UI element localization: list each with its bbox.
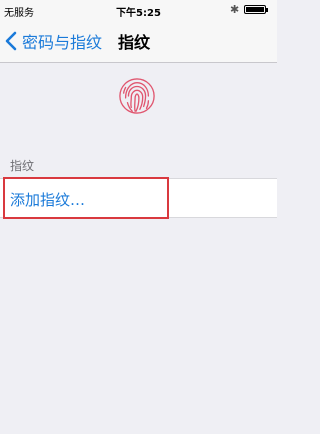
back-button[interactable]: 密码与指纹 — [2, 28, 102, 54]
back-button-label: 密码与指纹 — [22, 33, 103, 52]
bluetooth-icon: ✱ — [230, 3, 240, 16]
fingerprint-list: 添加指纹… — [0, 178, 277, 218]
section-header: 指纹 — [10, 159, 35, 173]
battery-level — [246, 7, 264, 12]
add-fingerprint-button[interactable]: 添加指纹… — [10, 189, 85, 210]
status-bar: 无服务 下午5:25 ✱ — [0, 0, 277, 20]
fingerprint-icon — [119, 78, 155, 114]
chevron-left-icon — [5, 31, 17, 51]
screen: 无服务 下午5:25 ✱ 密码与指纹 指纹 指纹 添加指纹… — [0, 0, 277, 434]
battery-icon — [244, 5, 266, 14]
battery-tip — [266, 8, 268, 12]
navigation-bar: 密码与指纹 指纹 — [0, 20, 277, 63]
page-title: 指纹 — [118, 33, 151, 52]
